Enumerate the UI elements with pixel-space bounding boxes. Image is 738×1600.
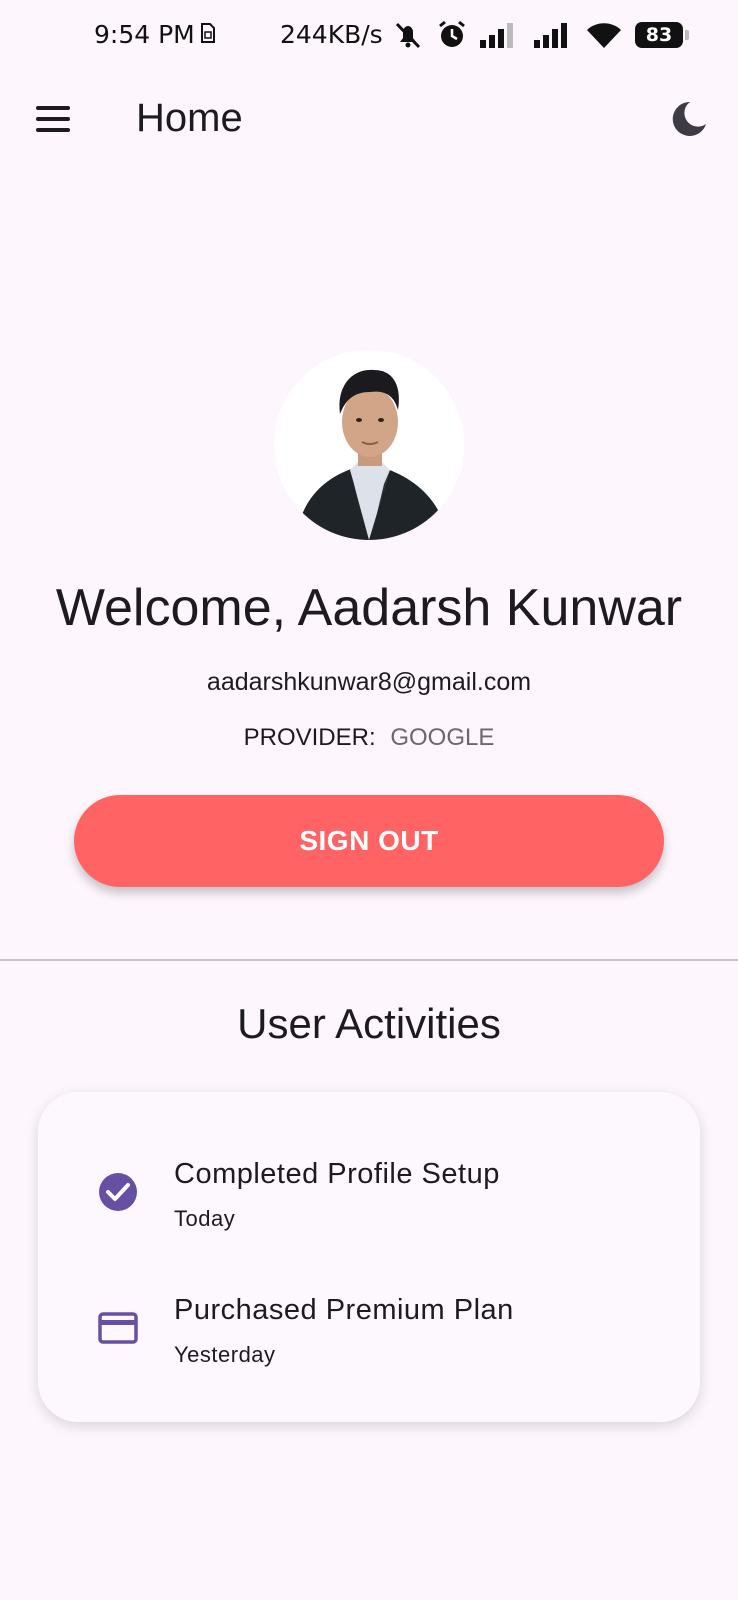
- provider-row: PROVIDER: GOOGLE: [0, 724, 738, 752]
- menu-icon[interactable]: [28, 98, 78, 142]
- sim-card-icon: [201, 23, 215, 43]
- credit-card-icon: [98, 1312, 138, 1344]
- battery-tip: [685, 30, 689, 40]
- signal-icon: [534, 23, 567, 48]
- avatar-image: [274, 350, 464, 540]
- network-speed: 244KB/s: [280, 20, 383, 49]
- activity-time: Today: [174, 1206, 236, 1231]
- activities-title: User Activities: [237, 1000, 501, 1047]
- welcome-heading: Welcome, Aadarsh Kunwar: [55, 579, 683, 637]
- sign-out-button[interactable]: SIGN OUT: [74, 795, 664, 887]
- activity-title: Purchased Premium Plan: [174, 1294, 514, 1326]
- divider: [0, 959, 738, 961]
- activity-title: Completed Profile Setup: [174, 1158, 500, 1190]
- app-bar: Home: [0, 72, 738, 168]
- activity-time: Yesterday: [174, 1342, 276, 1367]
- user-email: aadarshkunwar8@gmail.com: [206, 668, 532, 696]
- battery-icon: 83: [635, 22, 683, 48]
- dark-mode-icon[interactable]: [666, 96, 712, 142]
- mute-icon: [395, 22, 421, 49]
- wifi-icon: [587, 23, 621, 48]
- alarm-icon: [439, 20, 465, 47]
- page-title: Home: [136, 96, 243, 140]
- signal-icon: [480, 23, 513, 48]
- activity-item[interactable]: Completed Profile Setup Today: [38, 1152, 700, 1252]
- status-time: 9:54 PM: [94, 20, 195, 49]
- provider-label: PROVIDER:: [243, 724, 376, 751]
- avatar: [274, 350, 464, 540]
- activities-card: Completed Profile Setup Today Purchased …: [38, 1092, 700, 1422]
- provider-value: GOOGLE: [390, 724, 495, 751]
- activity-item[interactable]: Purchased Premium Plan Yesterday: [38, 1288, 700, 1388]
- check-circle-icon: [99, 1173, 137, 1211]
- status-bar: 9:54 PM 244KB/s 83: [0, 0, 738, 72]
